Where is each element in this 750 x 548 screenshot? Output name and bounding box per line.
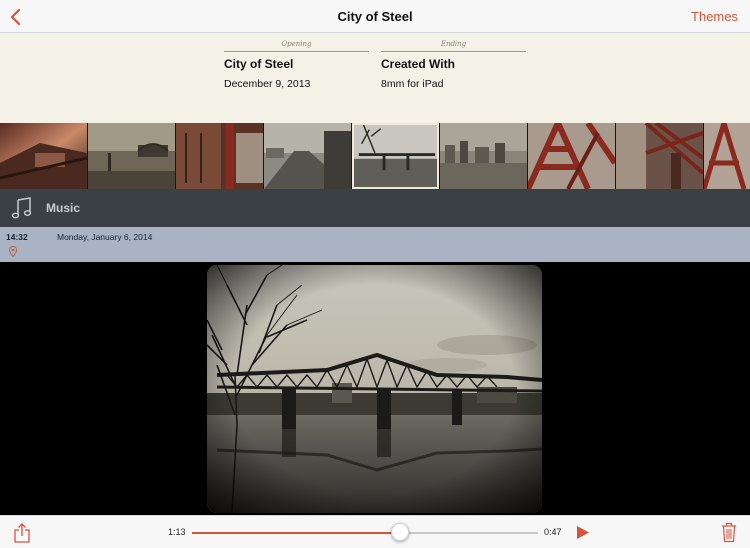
scrubber-thumb[interactable] [390, 523, 409, 541]
ending-subtitle: 8mm for iPad [381, 78, 444, 90]
playback-toolbar: 1:13 0:47 [0, 515, 750, 548]
clip-time: 14:32 [6, 232, 28, 242]
clip-thumbnail-selected[interactable] [352, 123, 439, 189]
clip-thumbnail[interactable] [704, 123, 750, 189]
clip-thumbnail[interactable] [0, 123, 87, 189]
clip-thumbnail[interactable] [264, 123, 351, 189]
title-cards-panel: Opening City of Steel December 9, 2013 E… [0, 33, 750, 123]
music-label: Music [46, 201, 81, 215]
clip-info-bar: 14:32 Monday, January 6, 2014 [0, 227, 750, 262]
scrubber-track[interactable] [192, 532, 538, 534]
ending-caption: Ending [381, 39, 526, 52]
elapsed-time: 1:13 [168, 527, 186, 537]
music-bar[interactable]: Music [0, 189, 750, 227]
play-icon[interactable] [576, 525, 590, 540]
remaining-time: 0:47 [544, 527, 562, 537]
clip-thumbnail[interactable] [176, 123, 263, 189]
clip-filmstrip[interactable] [0, 123, 750, 189]
opening-title: City of Steel [224, 57, 294, 71]
share-icon[interactable] [13, 523, 31, 543]
clip-thumbnail[interactable] [528, 123, 615, 189]
trash-icon[interactable] [721, 522, 737, 543]
ending-title-card[interactable]: Ending Created With 8mm for iPad [381, 39, 526, 90]
opening-title-card[interactable]: Opening City of Steel December 9, 2013 [224, 39, 369, 90]
opening-caption: Opening [224, 39, 369, 52]
page-title: City of Steel [337, 9, 413, 24]
themes-button[interactable]: Themes [691, 9, 738, 24]
clip-thumbnail[interactable] [616, 123, 703, 189]
video-preview[interactable] [0, 262, 750, 515]
scrubber-progress [192, 532, 400, 534]
location-pin-icon[interactable] [9, 246, 17, 257]
video-frame [207, 265, 542, 513]
navigation-bar: City of Steel Themes [0, 0, 750, 33]
ending-title: Created With [381, 57, 455, 71]
music-note-icon [11, 197, 32, 219]
clip-thumbnail[interactable] [88, 123, 175, 189]
opening-subtitle: December 9, 2013 [224, 78, 311, 90]
clip-thumbnail[interactable] [440, 123, 527, 189]
clip-date: Monday, January 6, 2014 [57, 232, 153, 242]
